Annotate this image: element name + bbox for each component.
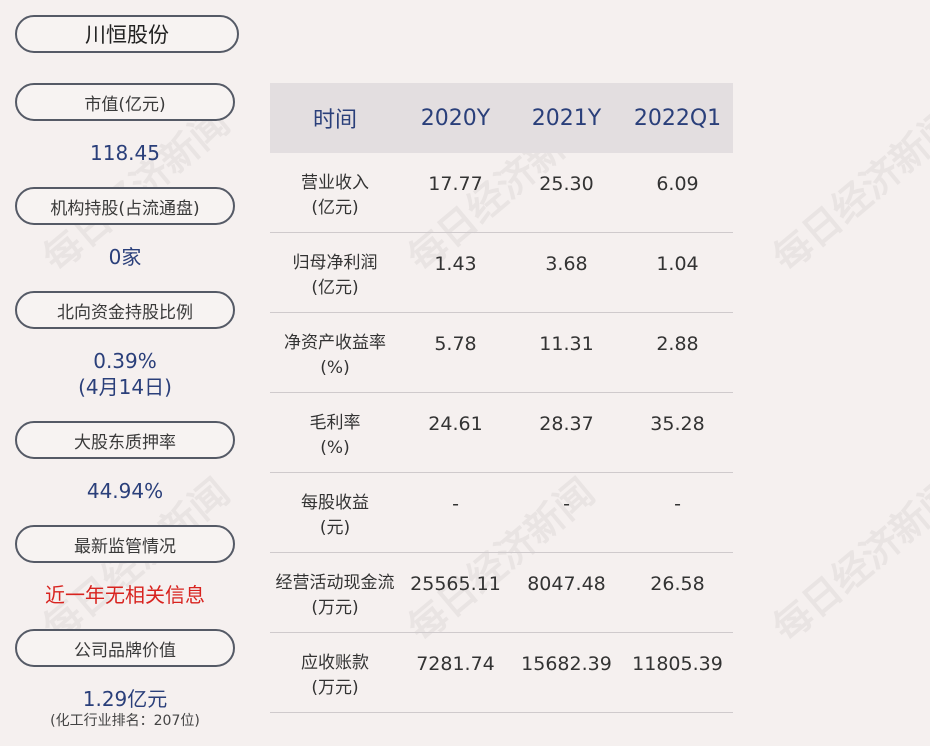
table-header: 时间 2020Y 2021Y 2022Q1 xyxy=(270,83,733,153)
metric-value-northbound: 0.39% xyxy=(93,349,157,373)
cell-value: 28.37 xyxy=(539,413,594,435)
row-unit: (元) xyxy=(319,518,351,538)
watermark: 每日经济新闻 xyxy=(764,470,930,651)
row-name: 经营活动现金流 xyxy=(275,573,395,593)
table-row: 应收账款 (万元) 7281.74 15682.39 11805.39 xyxy=(270,633,733,713)
metric-value-market-cap: 118.45 xyxy=(90,141,160,165)
metric-value-institutional: 0家 xyxy=(108,245,142,269)
cell-value: 7281.74 xyxy=(416,653,495,675)
row-name: 每股收益 xyxy=(301,493,369,513)
metric-value-pledge: 44.94% xyxy=(86,479,164,503)
cell-value: 3.68 xyxy=(545,253,588,275)
cell-value: 8047.48 xyxy=(527,573,606,595)
metric-label-northbound: 北向资金持股比例 xyxy=(15,291,235,329)
metric-label-brand: 公司品牌价值 xyxy=(15,629,235,667)
metric-value-regulation: 近一年无相关信息 xyxy=(45,583,205,607)
cell-value: - xyxy=(674,493,681,515)
financial-table: 时间 2020Y 2021Y 2022Q1 营业收入 (亿元) 17.77 25.… xyxy=(270,83,733,713)
table-row: 经营活动现金流 (万元) 25565.11 8047.48 26.58 xyxy=(270,553,733,633)
cell-value: 17.77 xyxy=(428,173,483,195)
table-row: 每股收益 (元) - - - xyxy=(270,473,733,553)
cell-value: 15682.39 xyxy=(521,653,612,675)
row-unit: (%) xyxy=(320,358,350,378)
cell-value: - xyxy=(563,493,570,515)
cell-value: 2.88 xyxy=(656,333,699,355)
cell-value: 35.28 xyxy=(650,413,705,435)
cell-value: 5.78 xyxy=(434,333,477,355)
header-time: 时间 xyxy=(312,108,357,133)
row-name: 应收账款 xyxy=(301,653,369,673)
cell-value: 24.61 xyxy=(428,413,483,435)
row-unit: (亿元) xyxy=(311,278,359,298)
cell-value: - xyxy=(452,493,459,515)
header-2020: 2020Y xyxy=(420,105,491,131)
cell-value: 6.09 xyxy=(656,173,699,195)
metric-label-pledge: 大股东质押率 xyxy=(15,421,235,459)
row-name: 营业收入 xyxy=(301,173,369,193)
table-row: 毛利率 (%) 24.61 28.37 35.28 xyxy=(270,393,733,473)
metric-note-brand: (化工行业排名：207位) xyxy=(50,713,200,729)
table-row: 净资产收益率 (%) 5.78 11.31 2.88 xyxy=(270,313,733,393)
watermark: 每日经济新闻 xyxy=(764,100,930,281)
cell-value: 11.31 xyxy=(539,333,594,355)
metric-label-institutional: 机构持股(占流通盘) xyxy=(15,187,235,225)
row-unit: (亿元) xyxy=(311,198,359,218)
metric-label-market-cap: 市值(亿元) xyxy=(15,83,235,121)
row-name: 毛利率 xyxy=(309,413,361,433)
cell-value: 25.30 xyxy=(539,173,594,195)
table-row: 营业收入 (亿元) 17.77 25.30 6.09 xyxy=(270,153,733,233)
company-name: 川恒股份 xyxy=(15,15,239,53)
metric-value-northbound-date: (4月14日) xyxy=(78,375,172,399)
row-name: 归母净利润 xyxy=(292,253,378,273)
cell-value: 25565.11 xyxy=(410,573,501,595)
row-name: 净资产收益率 xyxy=(284,333,386,353)
metric-value-brand: 1.29亿元 xyxy=(82,687,168,711)
cell-value: 1.43 xyxy=(434,253,477,275)
cell-value: 26.58 xyxy=(650,573,705,595)
cell-value: 11805.39 xyxy=(632,653,723,675)
row-unit: (%) xyxy=(320,438,350,458)
metric-label-regulation: 最新监管情况 xyxy=(15,525,235,563)
table-row: 归母净利润 (亿元) 1.43 3.68 1.04 xyxy=(270,233,733,313)
row-unit: (万元) xyxy=(311,598,359,618)
cell-value: 1.04 xyxy=(656,253,699,275)
row-unit: (万元) xyxy=(311,678,359,698)
header-2021: 2021Y xyxy=(531,105,602,131)
header-2022q1: 2022Q1 xyxy=(633,105,722,131)
